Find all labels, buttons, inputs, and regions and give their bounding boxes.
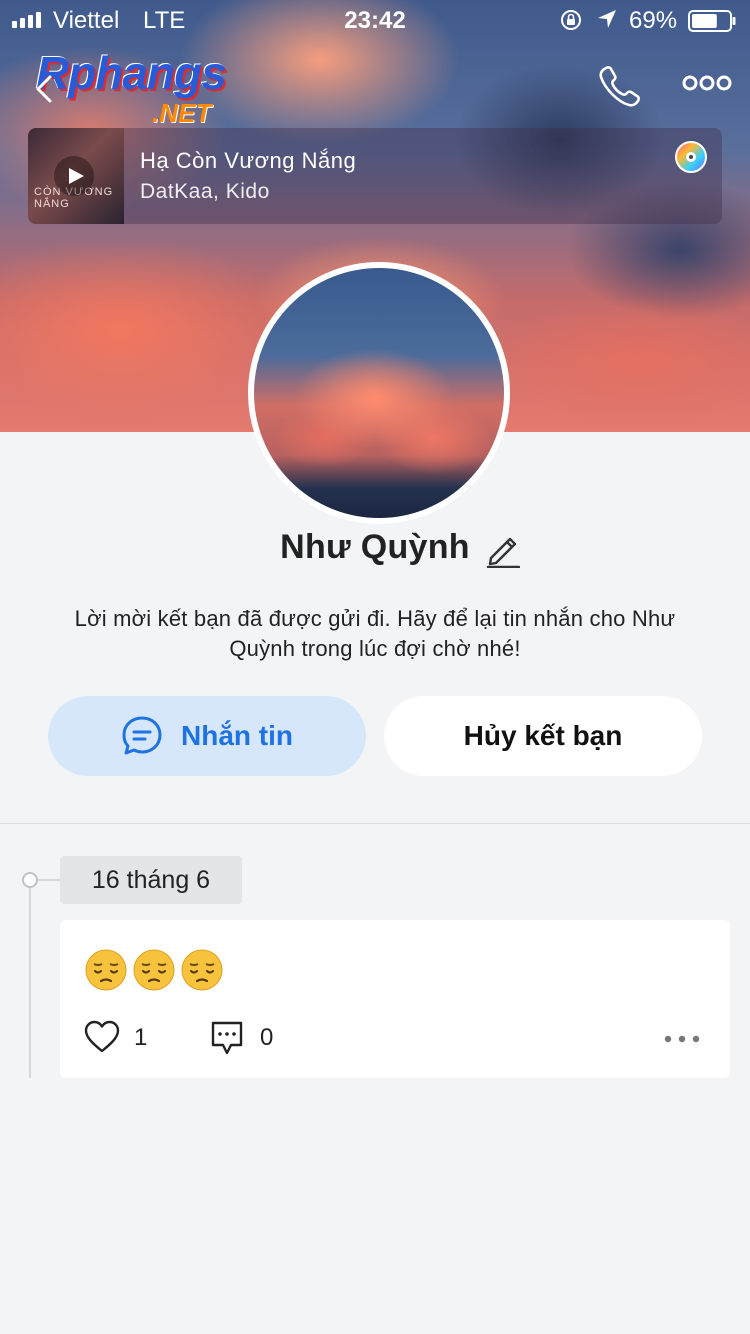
music-disc-icon [675, 141, 707, 173]
album-art: CÒN VƯƠNG NẮNG [28, 128, 124, 224]
battery-icon [688, 10, 736, 32]
timeline-post[interactable]: 1 0 [60, 920, 730, 1078]
watermark-main-text: Rphangs [36, 47, 227, 99]
unfriend-button-label: Hủy kết bạn [463, 720, 623, 751]
profile-name: Như Quỳnh [280, 528, 470, 566]
watermark-logo: Rphangs .NET [36, 46, 266, 130]
comment-icon[interactable] [210, 1020, 244, 1056]
song-artist: DatKaa, Kido [140, 180, 270, 203]
like-count: 1 [134, 1024, 148, 1051]
timeline-dot [22, 872, 38, 888]
song-title: Hạ Còn Vương Nắng [140, 148, 357, 173]
unfriend-button[interactable]: Hủy kết bạn [384, 696, 702, 776]
chevron-left-icon[interactable] [34, 74, 54, 104]
friend-request-note: Lời mời kết bạn đã được gửi đi. Hãy để l… [74, 606, 676, 661]
location-arrow-icon [598, 10, 616, 28]
heart-icon[interactable] [84, 1020, 120, 1054]
timeline-date: 16 tháng 6 [60, 856, 242, 904]
timeline-date-label: 16 tháng 6 [91, 865, 211, 894]
avatar[interactable] [248, 262, 510, 524]
pensive-face-icon [133, 949, 175, 991]
timeline-line [29, 888, 31, 1078]
comment-count: 0 [260, 1024, 274, 1051]
message-button-label: Nhắn tin [181, 720, 293, 751]
rotation-lock-icon [561, 10, 581, 30]
play-icon [69, 168, 84, 184]
battery-percentage: 69% [629, 7, 678, 34]
phone-icon[interactable] [596, 62, 642, 108]
section-divider [0, 823, 750, 824]
pensive-face-icon [85, 949, 127, 991]
more-horizontal-icon[interactable] [664, 1034, 700, 1044]
pencil-edit-icon[interactable] [486, 532, 520, 568]
message-button[interactable]: Nhắn tin [48, 696, 366, 776]
status-bar: Viettel LTE 23:42 69% [0, 0, 750, 40]
play-button[interactable] [54, 156, 94, 196]
more-horizontal-icon[interactable] [682, 72, 732, 94]
pensive-face-icon [181, 949, 223, 991]
post-content [84, 948, 224, 992]
timeline-connector [38, 879, 60, 881]
chat-bubble-icon [122, 716, 162, 755]
watermark-sub-text: .NET [152, 98, 212, 128]
profile-name-row: Như Quỳnh [0, 528, 750, 578]
profile-music-card[interactable]: CÒN VƯƠNG NẮNG Hạ Còn Vương Nắng DatKaa,… [28, 128, 722, 224]
